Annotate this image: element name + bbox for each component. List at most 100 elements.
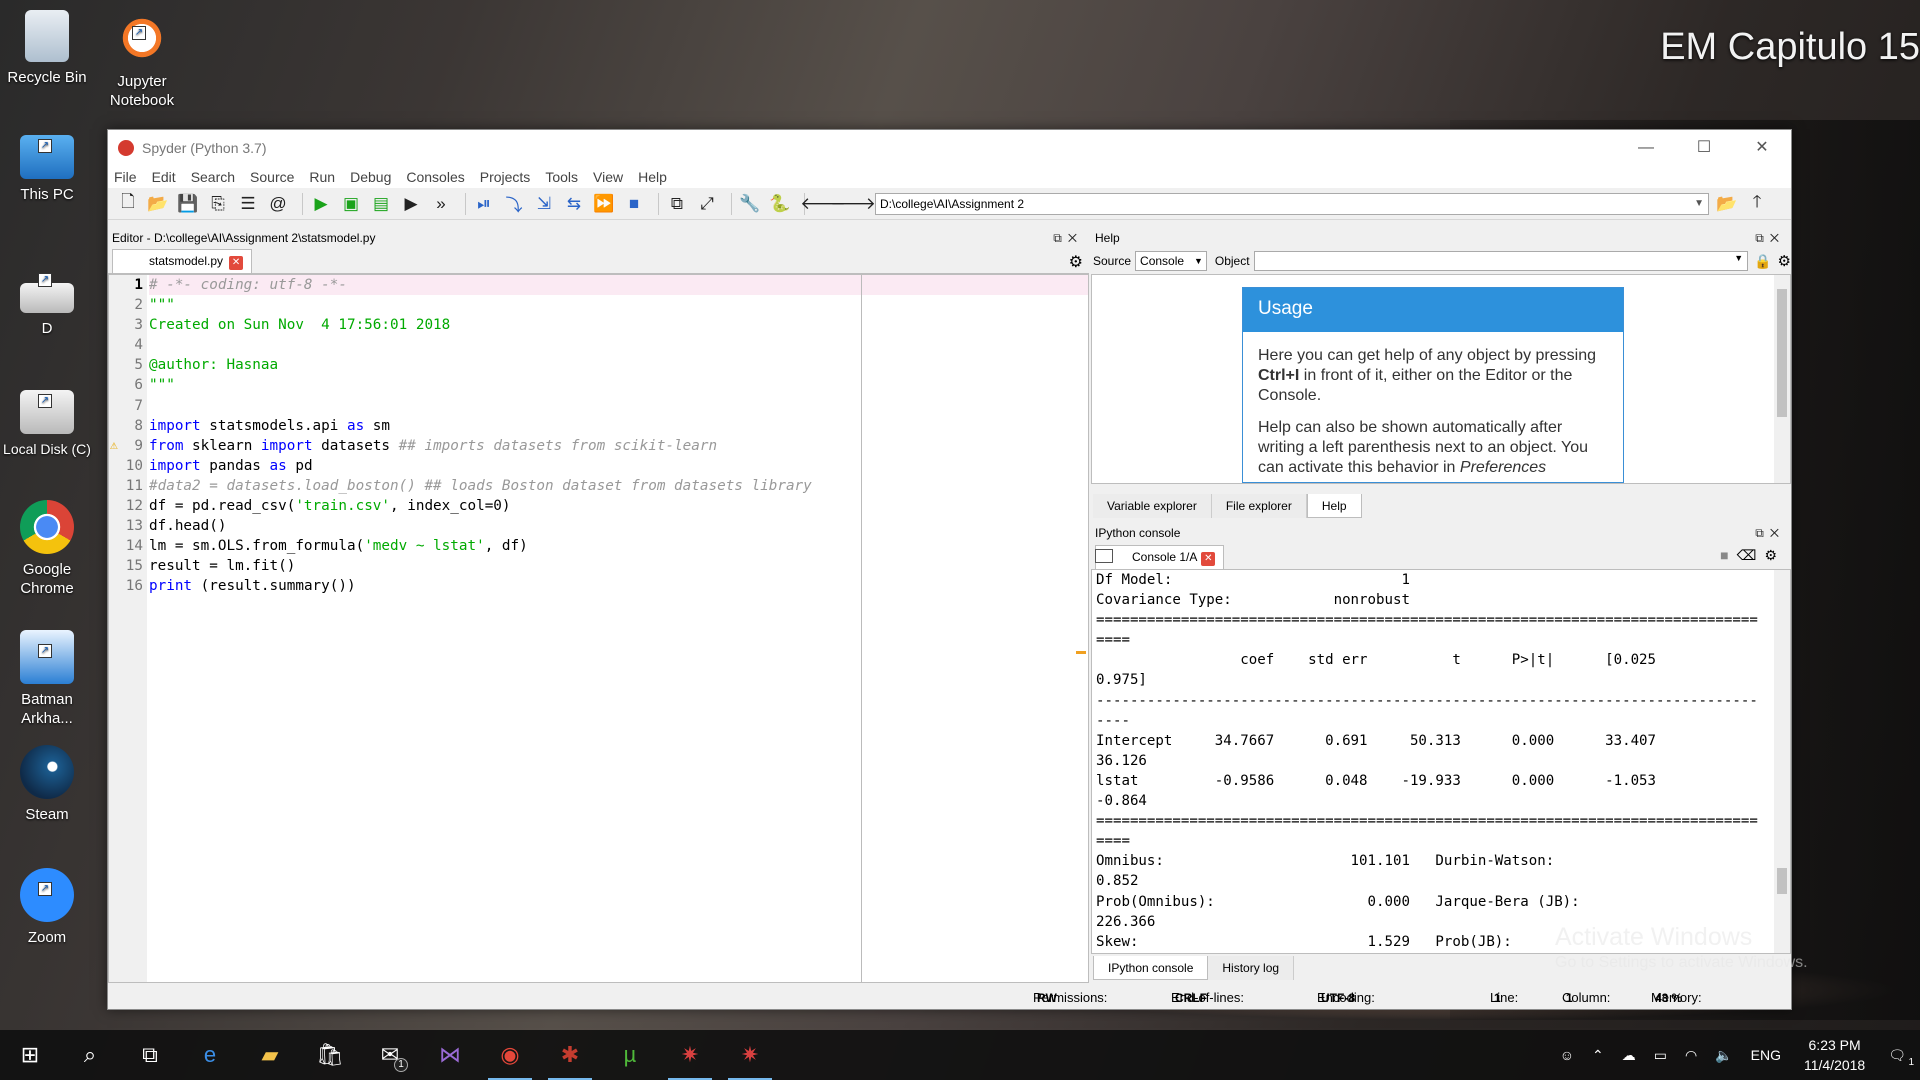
volume-icon[interactable]: 🔈 xyxy=(1715,1047,1732,1064)
preferences-icon[interactable]: 🔧 xyxy=(738,192,762,216)
new-file-icon[interactable]: 🗋 xyxy=(116,192,140,216)
tab-ipython-console[interactable]: IPython console xyxy=(1093,956,1209,980)
outline-icon[interactable]: ☰ xyxy=(236,192,260,216)
browse-tabs-icon[interactable] xyxy=(1095,549,1113,563)
run-cell-advance-icon[interactable]: ▤ xyxy=(369,192,393,216)
code-editor[interactable]: 1 2 3 4 5 6 7 8 9 10 11 12 13 14 15 16 ⚠ # -*- coding: … xyxy=(108,274,1089,983)
spyder-taskbar-icon[interactable]: ✱ xyxy=(540,1030,600,1080)
menu-run[interactable]: Run xyxy=(309,169,335,185)
close-button[interactable]: ✕ xyxy=(1733,130,1791,166)
console-scrollbar[interactable] xyxy=(1774,570,1790,953)
console-output-area[interactable]: Df Model: 1 Covariance Type: nonrobust =… xyxy=(1091,569,1791,954)
utorrent-icon[interactable]: µ xyxy=(600,1030,660,1080)
save-all-icon[interactable]: ⎘ xyxy=(206,192,230,216)
debug-icon[interactable]: ⏯ xyxy=(472,192,496,216)
minimize-button[interactable]: — xyxy=(1617,130,1675,166)
desktop-icon-this-pc[interactable]: ↗ This PC xyxy=(2,135,92,204)
close-tab-icon[interactable]: ✕ xyxy=(229,256,244,270)
file-explorer-icon[interactable]: ▰ xyxy=(240,1030,300,1080)
chevron-down-icon[interactable]: ▼ xyxy=(1734,253,1743,263)
menu-source[interactable]: Source xyxy=(250,169,294,185)
desktop-icon-steam[interactable]: Steam xyxy=(2,745,92,824)
chevron-up-icon[interactable]: ⌃ xyxy=(1592,1047,1604,1064)
battery-icon[interactable]: ▭ xyxy=(1654,1047,1667,1064)
mail-icon[interactable]: ✉ 1 xyxy=(360,1030,420,1080)
run-icon[interactable]: ▶ xyxy=(309,192,333,216)
visual-studio-icon[interactable]: ⋈ xyxy=(420,1030,480,1080)
title-bar[interactable]: Spyder (Python 3.7) — ☐ ✕ xyxy=(108,130,1791,166)
tab-file-explorer[interactable]: File explorer xyxy=(1211,494,1307,518)
save-icon[interactable]: 💾 xyxy=(176,192,200,216)
edge-icon[interactable]: e xyxy=(180,1030,240,1080)
pane-controls[interactable]: ⧉✕ xyxy=(1053,228,1083,248)
menu-tools[interactable]: Tools xyxy=(545,169,578,185)
step-return-icon[interactable]: ⇆ xyxy=(562,192,586,216)
menu-search[interactable]: Search xyxy=(191,169,235,185)
onedrive-icon[interactable]: ☁ xyxy=(1622,1047,1636,1064)
warning-icon[interactable]: ⚠ xyxy=(110,438,118,453)
open-file-icon[interactable]: 📂 xyxy=(146,192,170,216)
task-view-icon[interactable]: ⧉ xyxy=(120,1030,180,1080)
menu-file[interactable]: File xyxy=(114,169,137,185)
desktop-icon-recycle-bin[interactable]: Recycle Bin xyxy=(2,10,92,87)
fullscreen-icon[interactable]: ⤢ xyxy=(695,192,719,216)
lock-icon[interactable]: 🔒 xyxy=(1754,253,1771,270)
store-icon[interactable]: 🛍 xyxy=(300,1030,360,1080)
spider-icon[interactable]: ✷ xyxy=(660,1030,720,1080)
desktop-icon-local-disk[interactable]: ↗ Local Disk (C) xyxy=(2,390,92,459)
menu-view[interactable]: View xyxy=(593,169,623,185)
menu-edit[interactable]: Edit xyxy=(152,169,176,185)
people-icon[interactable]: ☺ xyxy=(1560,1047,1574,1063)
notification-icon[interactable]: 🗨 1 xyxy=(1888,1047,1914,1068)
gear-icon[interactable]: ⚙ xyxy=(1778,252,1791,270)
desktop-icon-chrome[interactable]: Google Chrome xyxy=(2,500,92,598)
console-tab[interactable]: Console 1/A ✕ xyxy=(1095,545,1225,569)
run-selection-icon[interactable]: ▶ xyxy=(399,192,423,216)
tab-history-log[interactable]: History log xyxy=(1208,956,1295,980)
gear-icon[interactable]: ⚙ xyxy=(1069,252,1083,272)
at-icon[interactable]: @ xyxy=(266,192,290,216)
spider-icon[interactable]: ✷ xyxy=(720,1030,780,1080)
editor-tab-statsmodel[interactable]: statsmodel.py ✕ xyxy=(112,249,253,273)
scrollbar-thumb[interactable] xyxy=(1777,289,1787,417)
menu-consoles[interactable]: Consoles xyxy=(406,169,464,185)
wifi-icon[interactable]: ◠ xyxy=(1685,1047,1697,1064)
search-icon[interactable]: ⌕ xyxy=(60,1030,120,1080)
menu-help[interactable]: Help xyxy=(638,169,667,185)
desktop-icon-jupyter[interactable]: ↗ Jupyter Notebook xyxy=(97,10,187,110)
chrome-icon[interactable]: ◉ xyxy=(480,1030,540,1080)
chevron-down-icon[interactable]: ▼ xyxy=(1694,194,1704,214)
object-input[interactable]: ▼ xyxy=(1253,251,1749,271)
step-into-icon[interactable]: ⇲ xyxy=(532,192,556,216)
pane-controls[interactable]: ⧉✕ xyxy=(1755,523,1785,543)
forward-icon[interactable]: 🡒 xyxy=(830,192,876,216)
desktop-icon-batman[interactable]: ↗ Batman Arkha... xyxy=(2,630,92,728)
desktop-icon-zoom[interactable]: ↗ Zoom xyxy=(2,868,92,947)
python-path-icon[interactable]: 🐍 xyxy=(768,192,792,216)
tab-help[interactable]: Help xyxy=(1306,494,1362,518)
run-cell-icon[interactable]: ▣ xyxy=(339,192,363,216)
maximize-button[interactable]: ☐ xyxy=(1675,130,1733,166)
continue-icon[interactable]: ⏩ xyxy=(592,192,616,216)
menu-debug[interactable]: Debug xyxy=(350,169,391,185)
more-icon[interactable]: » xyxy=(429,192,453,216)
parent-directory-icon[interactable]: 🡑 xyxy=(1745,192,1769,216)
desktop-icon-drive-d[interactable]: ↗ D xyxy=(2,273,92,338)
start-icon[interactable]: ⊞ xyxy=(0,1030,60,1080)
language-indicator[interactable]: ENG xyxy=(1751,1047,1781,1063)
source-select[interactable]: Console ▼ xyxy=(1135,251,1207,271)
gear-icon[interactable]: ⚙ xyxy=(1764,547,1785,563)
browse-folder-icon[interactable]: 📂 xyxy=(1715,192,1739,216)
maximize-pane-icon[interactable]: ⧉ xyxy=(665,192,689,216)
step-icon[interactable]: ⤵ xyxy=(502,192,526,216)
stop-icon[interactable]: ■ xyxy=(1720,547,1736,563)
scrollbar-thumb[interactable] xyxy=(1777,868,1787,894)
working-directory-input[interactable]: D:\college\AI\Assignment 2 ▼ xyxy=(875,192,1709,215)
tab-variable-explorer[interactable]: Variable explorer xyxy=(1093,494,1212,518)
help-scrollbar[interactable] xyxy=(1774,275,1790,483)
stop-icon[interactable]: ■ xyxy=(622,192,646,216)
clock[interactable]: 6:23 PM 11/4/2018 xyxy=(1804,1035,1865,1075)
close-tab-icon[interactable]: ✕ xyxy=(1201,552,1216,566)
menu-projects[interactable]: Projects xyxy=(480,169,531,185)
code-lines[interactable]: # -*- coding: utf-8 -*- """ Created on S… xyxy=(149,275,1088,982)
